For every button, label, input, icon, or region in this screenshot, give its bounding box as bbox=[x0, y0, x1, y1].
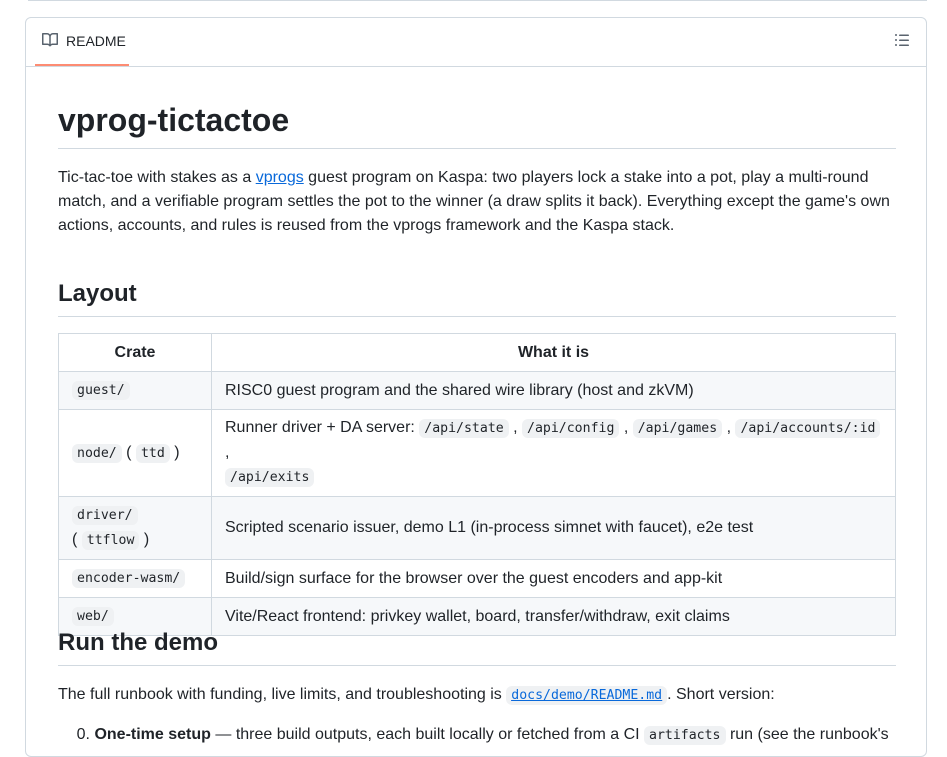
description-cell: Runner driver + DA server: /api/state , … bbox=[211, 409, 896, 497]
table-row: encoder-wasm/ Build/sign surface for the… bbox=[58, 559, 896, 598]
runbook-text-end: . Short version: bbox=[667, 686, 775, 703]
intro-text-start: Tic-tac-toe with stakes as a bbox=[58, 169, 256, 186]
outline-button[interactable] bbox=[892, 32, 912, 52]
page-title: vprog-tictactoe bbox=[58, 100, 896, 149]
crate-alias-code: ttd bbox=[135, 443, 170, 463]
readme-tab-label: README bbox=[66, 33, 126, 49]
description-cell: Build/sign surface for the browser over … bbox=[211, 559, 896, 598]
table-row: node/ ( ttd ) Runner driver + DA server:… bbox=[58, 409, 896, 497]
table-row: driver/( ttflow ) Scripted scenario issu… bbox=[58, 496, 896, 560]
readme-card: README vprog-tictactoe Tic-tac-toe with … bbox=[25, 17, 927, 757]
runbook-link[interactable]: docs/demo/README.md bbox=[506, 686, 668, 705]
artifacts-code: artifacts bbox=[644, 726, 726, 745]
step-text: — three build outputs, each built locall… bbox=[210, 726, 645, 743]
api-code: /api/config bbox=[522, 419, 620, 438]
crate-table: Crate What it is guest/ RISC0 guest prog… bbox=[58, 333, 896, 636]
list-item-number: 0. bbox=[76, 726, 90, 743]
list-item: 0. One-time setup — three build outputs,… bbox=[58, 723, 896, 748]
step-title: One-time setup bbox=[94, 726, 211, 743]
crate-code: encoder-wasm/ bbox=[72, 569, 186, 588]
column-header-crate: Crate bbox=[58, 333, 212, 372]
api-code: /api/exits bbox=[225, 468, 315, 487]
run-demo-heading: Run the demo bbox=[58, 628, 896, 666]
runbook-paragraph: The full runbook with funding, live limi… bbox=[58, 683, 896, 708]
crate-code: node/ bbox=[72, 443, 122, 463]
top-divider bbox=[28, 0, 927, 1]
description-cell: RISC0 guest program and the shared wire … bbox=[211, 371, 896, 410]
vprogs-link[interactable]: vprogs bbox=[256, 169, 304, 186]
column-header-what: What it is bbox=[211, 333, 896, 372]
crate-cell: driver/( ttflow ) bbox=[58, 496, 212, 560]
runbook-link-code: docs/demo/README.md bbox=[506, 686, 668, 705]
step-text-end: run (see the runbook's bbox=[725, 726, 889, 743]
readme-tab[interactable]: README bbox=[35, 18, 129, 66]
intro-paragraph: Tic-tac-toe with stakes as a vprogs gues… bbox=[58, 166, 896, 238]
readme-header: README bbox=[26, 18, 926, 67]
api-code: /api/games bbox=[632, 419, 723, 438]
list-unordered-icon bbox=[894, 32, 910, 53]
table-row: guest/ RISC0 guest program and the share… bbox=[58, 371, 896, 410]
description-cell: Scripted scenario issuer, demo L1 (in-pr… bbox=[211, 496, 896, 560]
api-code: /api/accounts/:id bbox=[735, 419, 881, 438]
crate-code: guest/ bbox=[72, 381, 130, 400]
crate-code: web/ bbox=[72, 607, 114, 626]
crate-code: driver/ bbox=[72, 506, 138, 525]
api-code: /api/state bbox=[419, 419, 509, 438]
table-header-row: Crate What it is bbox=[58, 333, 896, 372]
description-text: Runner driver + DA server: bbox=[225, 419, 420, 436]
runbook-text-start: The full runbook with funding, live limi… bbox=[58, 686, 507, 703]
layout-heading: Layout bbox=[58, 279, 896, 317]
crate-cell: guest/ bbox=[58, 371, 212, 410]
crate-alias-code: ttflow bbox=[81, 531, 140, 550]
book-icon bbox=[42, 32, 59, 51]
crate-cell: node/ ( ttd ) bbox=[58, 409, 212, 497]
crate-cell: encoder-wasm/ bbox=[58, 559, 212, 598]
